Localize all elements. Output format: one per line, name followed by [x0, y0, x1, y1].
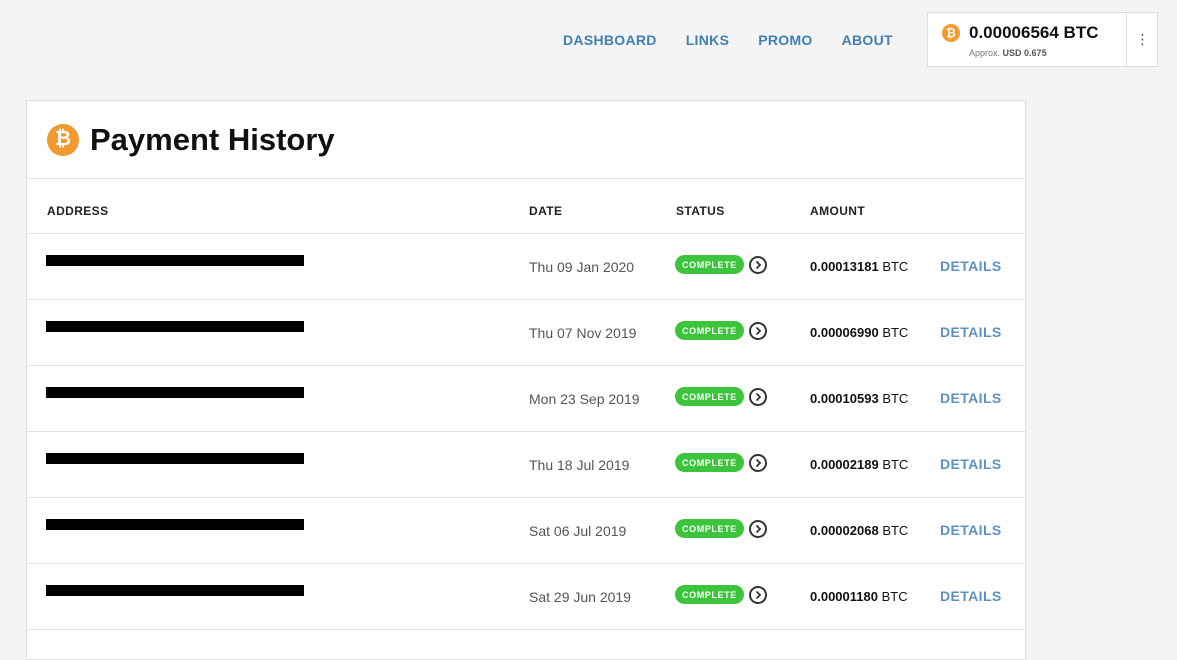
details-link[interactable]: DETAILS — [940, 456, 1002, 472]
amount-value: 0.00010593 — [810, 391, 879, 406]
chevron-right-icon — [755, 392, 762, 401]
table-row: Thu 07 Nov 2019 COMPLETE 0.00006990 BTC … — [27, 300, 1025, 366]
nav-dashboard[interactable]: DASHBOARD — [563, 32, 657, 48]
payment-date: Thu 07 Nov 2019 — [529, 325, 637, 341]
chevron-right-icon — [755, 524, 762, 533]
payment-amount: 0.00010593 BTC — [810, 391, 908, 406]
table-row: Sat 06 Jul 2019 COMPLETE 0.00002068 BTC … — [27, 498, 1025, 564]
redacted-address — [46, 453, 304, 464]
chevron-right-icon — [755, 260, 762, 269]
header-amount: AMOUNT — [810, 204, 866, 218]
table-row: Thu 09 Jan 2020 COMPLETE 0.00013181 BTC … — [27, 234, 1025, 300]
top-bar: DASHBOARD LINKS PROMO ABOUT ₿ 0.00006564… — [0, 0, 1177, 80]
balance-amount: 0.00006564 BTC — [969, 23, 1099, 42]
nav-about[interactable]: ABOUT — [842, 32, 893, 48]
amount-unit: BTC — [882, 325, 909, 340]
payment-date: Thu 09 Jan 2020 — [529, 259, 635, 275]
status-badge: COMPLETE — [675, 255, 744, 274]
status-cell: COMPLETE — [675, 519, 767, 538]
redacted-address — [46, 321, 304, 332]
payment-amount: 0.00006990 BTC — [810, 325, 908, 340]
payment-amount: 0.00002189 BTC — [810, 457, 908, 472]
header-status: STATUS — [676, 204, 725, 218]
status-cell: COMPLETE — [675, 321, 767, 340]
approx-value: USD 0.675 — [1002, 48, 1047, 58]
redacted-address — [46, 519, 304, 530]
bitcoin-icon: ₿ — [47, 123, 79, 156]
balance-approx: Approx. USD 0.675 — [969, 48, 1047, 58]
amount-unit: BTC — [882, 259, 909, 274]
payment-date: Sat 29 Jun 2019 — [529, 589, 631, 605]
amount-unit: BTC — [881, 589, 908, 604]
chevron-right-circle-icon[interactable] — [748, 255, 767, 274]
nav-promo[interactable]: PROMO — [758, 32, 812, 48]
details-link[interactable]: DETAILS — [940, 390, 1002, 406]
amount-value: 0.00002189 — [810, 457, 879, 472]
balance-widget: ₿ 0.00006564 BTC Approx. USD 0.675 ⋮ — [927, 12, 1158, 67]
amount-value: 0.00001180 — [810, 589, 878, 604]
card-header: ₿ Payment History — [27, 101, 1025, 179]
details-link[interactable]: DETAILS — [940, 324, 1002, 340]
amount-unit: BTC — [882, 523, 909, 538]
status-cell: COMPLETE — [675, 255, 767, 274]
main-nav: DASHBOARD LINKS PROMO ABOUT — [563, 32, 922, 48]
header-address: ADDRESS — [47, 204, 109, 218]
table-row: Mon 23 Sep 2019 COMPLETE 0.00010593 BTC … — [27, 366, 1025, 432]
payment-amount: 0.00013181 BTC — [810, 259, 908, 274]
chevron-right-circle-icon[interactable] — [748, 453, 767, 472]
redacted-address — [46, 387, 304, 398]
table-row: Thu 18 Jul 2019 COMPLETE 0.00002189 BTC … — [27, 432, 1025, 498]
chevron-right-icon — [755, 458, 762, 467]
status-badge: COMPLETE — [675, 387, 744, 406]
approx-label: Approx. — [969, 48, 1001, 58]
table-body: Thu 09 Jan 2020 COMPLETE 0.00013181 BTC … — [27, 234, 1025, 630]
status-badge: COMPLETE — [675, 585, 744, 604]
status-badge: COMPLETE — [675, 321, 744, 340]
details-link[interactable]: DETAILS — [940, 258, 1002, 274]
nav-links[interactable]: LINKS — [686, 32, 730, 48]
redacted-address — [46, 585, 304, 596]
chevron-right-circle-icon[interactable] — [748, 321, 767, 340]
table-header: ADDRESS DATE STATUS AMOUNT — [27, 179, 1025, 234]
table-row: Sat 29 Jun 2019 COMPLETE 0.00001180 BTC … — [27, 564, 1025, 630]
amount-unit: BTC — [882, 391, 909, 406]
page-title: Payment History — [90, 121, 335, 157]
kebab-menu-icon[interactable]: ⋮ — [1127, 13, 1158, 66]
chevron-right-circle-icon[interactable] — [748, 519, 767, 538]
payment-date: Thu 18 Jul 2019 — [529, 457, 630, 473]
payment-date: Sat 06 Jul 2019 — [529, 523, 627, 539]
amount-unit: BTC — [882, 457, 909, 472]
payment-history-card: ₿ Payment History ADDRESS DATE STATUS AM… — [26, 100, 1026, 660]
bitcoin-icon: ₿ — [942, 24, 960, 42]
amount-value: 0.00013181 — [810, 259, 879, 274]
amount-value: 0.00006990 — [810, 325, 879, 340]
status-cell: COMPLETE — [675, 453, 767, 472]
payment-date: Mon 23 Sep 2019 — [529, 391, 640, 407]
payment-amount: 0.00002068 BTC — [810, 523, 908, 538]
chevron-right-circle-icon[interactable] — [748, 387, 767, 406]
chevron-right-circle-icon[interactable] — [748, 585, 767, 604]
payment-amount: 0.00001180 BTC — [810, 589, 908, 604]
chevron-right-icon — [755, 326, 762, 335]
chevron-right-icon — [755, 590, 762, 599]
status-cell: COMPLETE — [675, 585, 767, 604]
status-cell: COMPLETE — [675, 387, 767, 406]
details-link[interactable]: DETAILS — [940, 522, 1002, 538]
status-badge: COMPLETE — [675, 519, 744, 538]
header-date: DATE — [529, 204, 563, 218]
amount-value: 0.00002068 — [810, 523, 879, 538]
redacted-address — [46, 255, 304, 266]
details-link[interactable]: DETAILS — [940, 588, 1002, 604]
balance-main: ₿ 0.00006564 BTC — [942, 23, 1098, 43]
status-badge: COMPLETE — [675, 453, 744, 472]
